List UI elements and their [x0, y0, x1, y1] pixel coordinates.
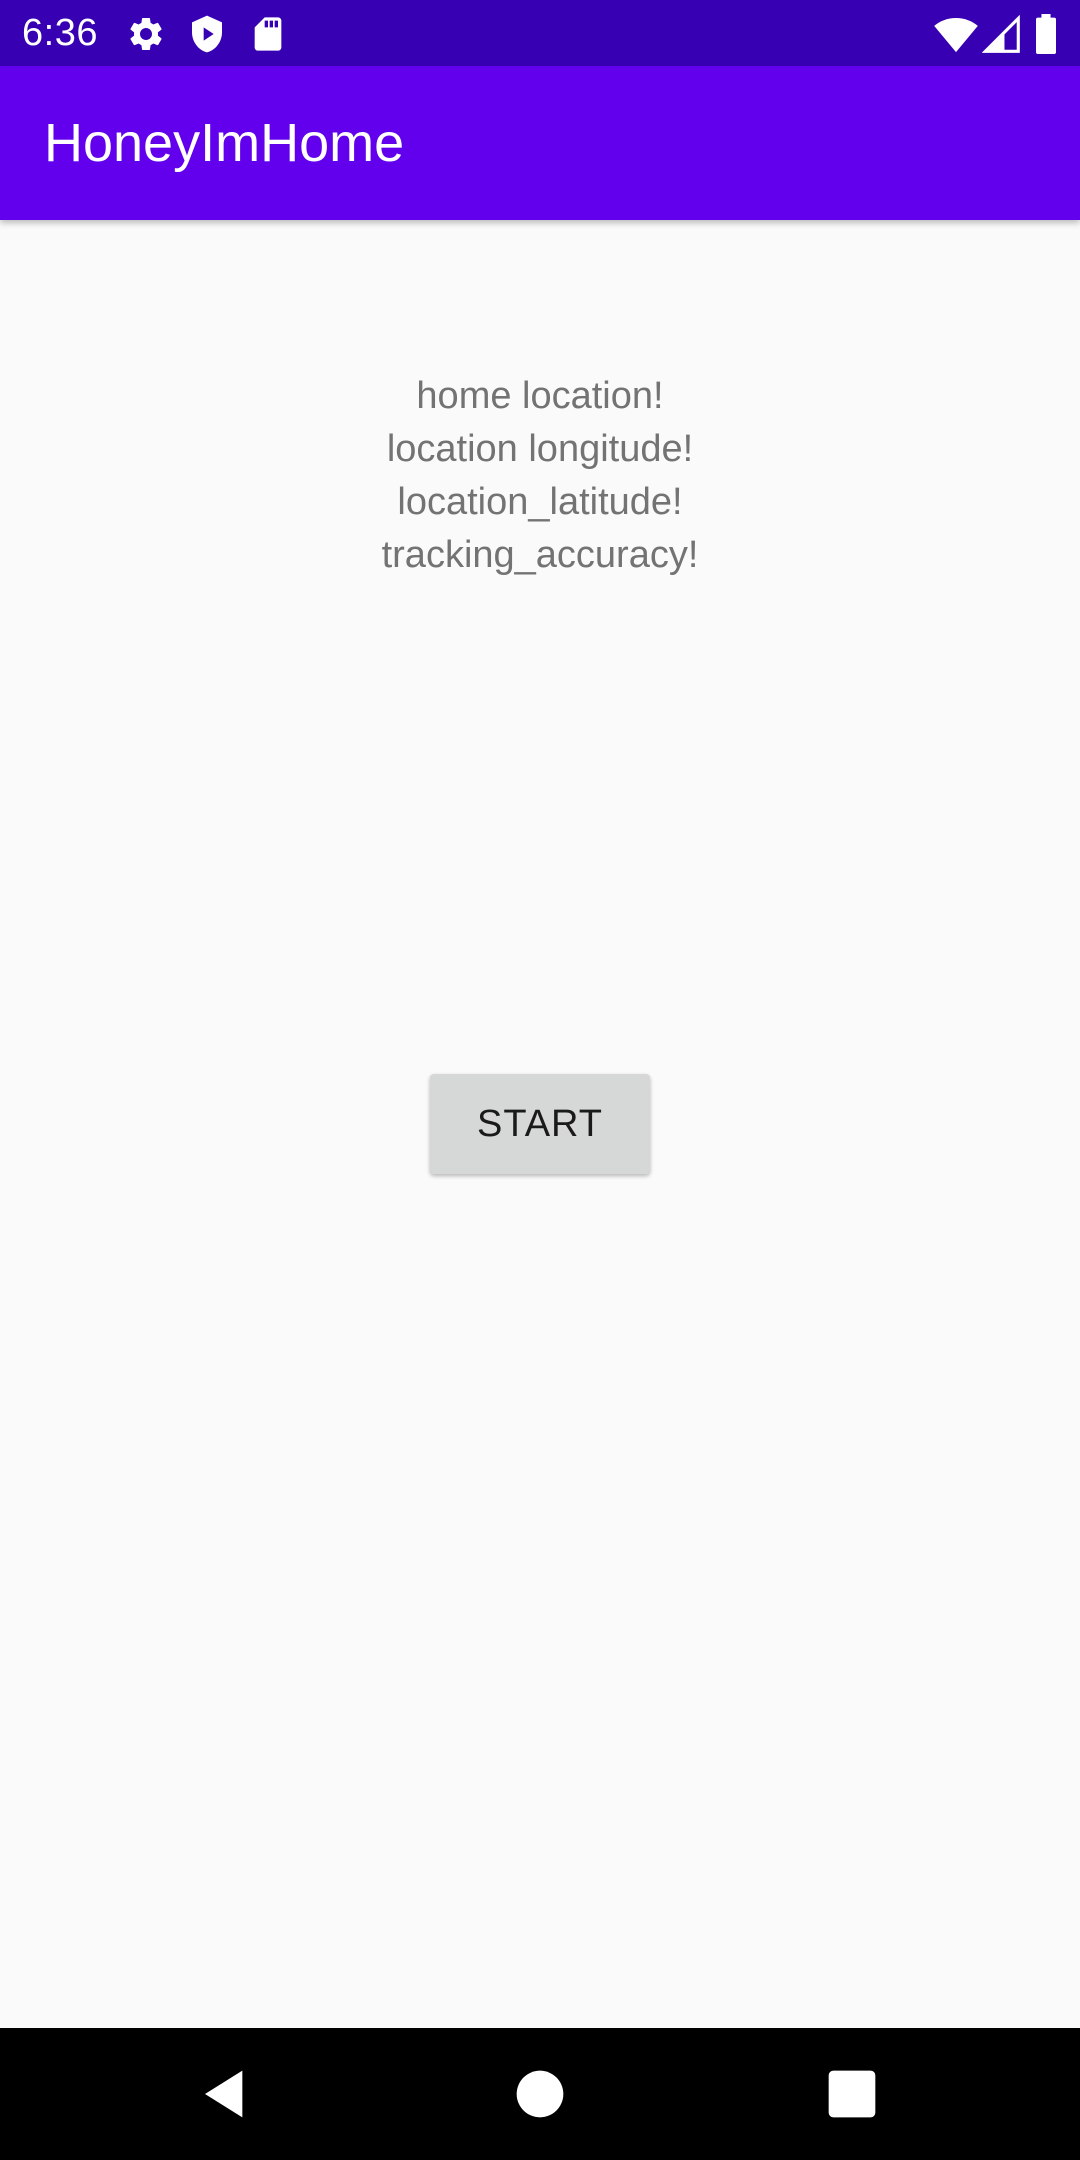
status-bar: 6:36 — [0, 0, 1080, 66]
location-info: home location! location longitude! locat… — [0, 370, 1080, 582]
battery-icon — [1036, 14, 1056, 54]
sd-card-icon — [254, 17, 282, 51]
shield-play-icon — [192, 15, 222, 53]
accuracy-text: tracking_accuracy! — [381, 534, 699, 576]
back-icon[interactable] — [198, 2066, 254, 2122]
app-title: HoneyImHome — [44, 113, 405, 173]
app-bar: HoneyImHome — [0, 66, 1080, 220]
latitude-text: location_latitude! — [397, 481, 683, 523]
main-content: home location! location longitude! locat… — [0, 220, 1080, 2028]
wifi-icon — [934, 18, 978, 53]
start-button[interactable]: START — [430, 1074, 650, 1174]
gear-icon — [130, 17, 162, 50]
recents-icon[interactable] — [824, 2066, 880, 2122]
home-location-text: home location! — [416, 375, 664, 417]
navigation-bar — [0, 2028, 1080, 2160]
status-time: 6:36 — [22, 12, 98, 54]
cellular-signal-icon — [982, 14, 1020, 53]
home-icon[interactable] — [512, 2066, 568, 2122]
longitude-text: location longitude! — [386, 428, 694, 470]
